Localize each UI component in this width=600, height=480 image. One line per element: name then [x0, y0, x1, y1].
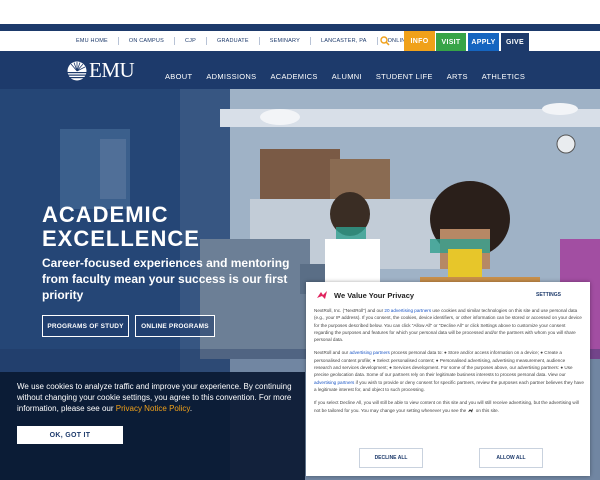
privacy-notice-link[interactable]: Privacy Notice Policy	[116, 404, 190, 413]
utility-link-on-campus[interactable]: ON CAMPUS	[119, 37, 175, 45]
allow-all-button[interactable]: ALLOW ALL	[479, 448, 543, 468]
programs-of-study-button[interactable]: PROGRAMS OF STUDY	[42, 315, 129, 337]
utility-links: EMU HOME ON CAMPUS CJP GRADUATE SEMINARY…	[66, 31, 419, 51]
hero-title: ACADEMIC EXCELLENCE	[42, 203, 242, 251]
advertising-partners-link[interactable]: 20 advertising partners	[384, 308, 431, 313]
nav-alumni[interactable]: ALUMNI	[332, 72, 362, 81]
consent-p3-text-end: on this site.	[474, 407, 499, 413]
sunburst-logo-icon	[67, 61, 87, 80]
cookie-notice-text: We use cookies to analyze traffic and im…	[17, 381, 302, 414]
utility-link-lancaster[interactable]: LANCASTER, PA	[311, 37, 378, 45]
nav-about[interactable]: ABOUT	[165, 72, 192, 81]
consent-header: We Value Your Privacy	[316, 290, 414, 300]
consent-title: We Value Your Privacy	[334, 290, 415, 300]
nav-arts[interactable]: ARTS	[447, 72, 468, 81]
consent-paragraph-1: NextRoll, Inc. ("NextRoll") and our 20 a…	[314, 307, 584, 343]
nav-student-life[interactable]: STUDENT LIFE	[376, 72, 433, 81]
advertising-partners-link-3[interactable]: advertising partners	[314, 380, 354, 385]
advertising-partners-link-2[interactable]: advertising partners	[350, 350, 390, 355]
consent-settings-link[interactable]: SETTINGS	[536, 292, 561, 298]
consent-p2-text-end: if you wish to provide or deny consent f…	[314, 379, 584, 392]
consent-paragraph-2: NextRoll and our advertising partners pr…	[314, 349, 584, 393]
nav-academics[interactable]: ACADEMICS	[270, 72, 317, 81]
hero-title-line2: EXCELLENCE	[42, 226, 200, 251]
apply-button[interactable]: APPLY	[468, 33, 499, 51]
nextroll-logo-icon	[317, 291, 327, 299]
primary-nav-links: ABOUT ADMISSIONS ACADEMICS ALUMNI STUDEN…	[165, 72, 539, 81]
decline-all-button[interactable]: DECLINE ALL	[359, 448, 423, 468]
give-button[interactable]: GIVE	[501, 33, 529, 51]
emu-logo[interactable]: EMU	[67, 58, 135, 83]
consent-p1-text: NextRoll, Inc. ("NextRoll") and our	[314, 308, 385, 313]
info-button[interactable]: INFO	[404, 31, 435, 51]
visit-button[interactable]: VISIT	[436, 33, 466, 51]
cookie-ok-button[interactable]: OK, GOT IT	[17, 426, 123, 444]
cookie-notice: We use cookies to analyze traffic and im…	[0, 372, 305, 480]
consent-p2-text: NextRoll and our	[314, 350, 350, 356]
top-stripe	[0, 24, 600, 31]
consent-p3-text: If you select Decline All, you will stil…	[314, 400, 579, 413]
logo-text: EMU	[89, 58, 135, 82]
consent-paragraph-3: If you select Decline All, you will stil…	[314, 399, 584, 414]
hero-subtitle: Career-focused experiences and mentoring…	[42, 256, 290, 302]
search-icon[interactable]	[380, 36, 390, 46]
nav-admissions[interactable]: ADMISSIONS	[206, 72, 256, 81]
consent-body: NextRoll, Inc. ("NextRoll") and our 20 a…	[314, 307, 584, 420]
cookie-text-end: .	[189, 404, 193, 413]
privacy-consent-dialog: We Value Your Privacy SETTINGS NextRoll,…	[306, 282, 590, 476]
utility-link-cjp[interactable]: CJP	[175, 37, 207, 45]
hero-title-line1: ACADEMIC	[42, 202, 169, 227]
main-nav: EMU ABOUT ADMISSIONS ACADEMICS ALUMNI ST…	[0, 51, 600, 89]
consent-p1-text-end: use cookies and similar technologies on …	[314, 308, 582, 343]
utility-link-seminary[interactable]: SEMINARY	[260, 37, 311, 45]
nav-athletics[interactable]: ATHLETICS	[482, 72, 525, 81]
online-programs-button[interactable]: ONLINE PROGRAMS	[135, 315, 215, 337]
utility-link-emu-home[interactable]: EMU HOME	[66, 37, 119, 45]
utility-link-graduate[interactable]: GRADUATE	[207, 37, 260, 45]
